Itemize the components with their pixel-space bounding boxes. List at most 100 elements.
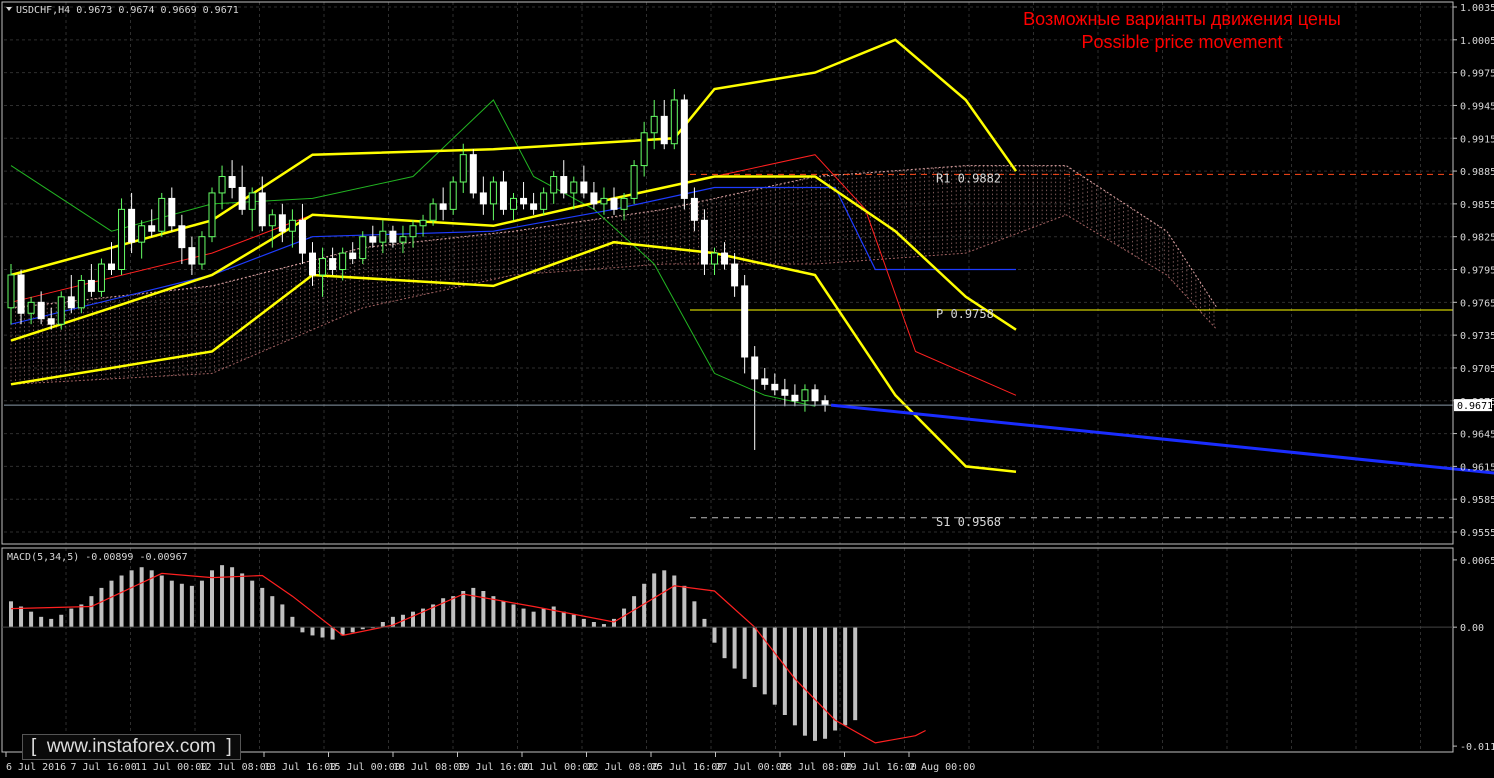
macd-bar xyxy=(109,580,114,628)
y-tick-label: 0.9765 xyxy=(1460,298,1494,309)
macd-bar xyxy=(139,567,144,628)
candle-body xyxy=(600,197,608,205)
macd-bar xyxy=(189,585,194,628)
macd-bar xyxy=(220,565,225,628)
candle-body xyxy=(188,247,196,265)
instaforex-watermark[interactable]: [ www.instaforex.com ] xyxy=(22,734,241,760)
macd-bar xyxy=(471,587,476,628)
macd-bar xyxy=(451,596,456,628)
candle-body xyxy=(499,181,507,210)
macd-y-tick-label: -0.01151 xyxy=(1460,742,1494,753)
candle-body xyxy=(138,225,146,243)
y-tick-label: 0.9705 xyxy=(1460,364,1494,375)
macd-bar xyxy=(541,608,546,628)
x-tick-label: 28 Jul 08:00 xyxy=(780,762,852,773)
macd-bar xyxy=(169,580,174,628)
candle-body xyxy=(711,252,718,265)
x-tick-label: 15 Jul 00:00 xyxy=(329,762,401,773)
candle-body xyxy=(108,263,115,270)
candle-body xyxy=(781,389,789,396)
macd-bar xyxy=(310,627,315,636)
macd-bar xyxy=(642,583,647,628)
candle-body xyxy=(148,225,156,232)
candle-body xyxy=(17,274,25,314)
candle-body xyxy=(640,132,648,167)
candle-body xyxy=(97,263,105,292)
candle-body xyxy=(550,176,558,194)
candle-body xyxy=(580,181,588,194)
macd-bar xyxy=(813,627,817,741)
candle-body xyxy=(409,225,417,238)
candle-body xyxy=(27,301,35,314)
usdchf-chart[interactable]: R1 0.9882 P 0.9758 S1 0.9568 1.0035 1.0005 0… xyxy=(0,0,1494,778)
candle-body xyxy=(429,203,437,221)
macd-bar xyxy=(702,618,707,628)
candle-body xyxy=(198,236,206,265)
candle-body xyxy=(771,383,779,391)
macd-bar xyxy=(270,596,275,628)
y-tick-label: 0.9885 xyxy=(1460,167,1494,178)
candle-body xyxy=(268,214,276,227)
macd-bar xyxy=(210,570,214,628)
macd-bar xyxy=(79,604,84,628)
candle-body xyxy=(339,252,347,270)
candle-body xyxy=(811,389,819,402)
macd-bar xyxy=(591,622,596,628)
y-tick-label: 0.9795 xyxy=(1460,266,1494,277)
candle-body xyxy=(168,197,176,227)
macd-bar xyxy=(350,627,355,633)
pivot-label: S1 0.9568 xyxy=(936,515,1001,529)
macd-bar xyxy=(69,608,74,628)
macd-bar xyxy=(260,587,265,628)
macd-bar xyxy=(39,616,44,628)
candle-body xyxy=(248,192,256,210)
candle-body xyxy=(489,181,497,205)
candle-body xyxy=(510,197,517,210)
candle-body xyxy=(278,214,286,232)
macd-bar xyxy=(833,627,838,731)
candle-body xyxy=(379,230,387,243)
candle-body xyxy=(309,252,316,276)
y-tick-label: 0.9585 xyxy=(1460,495,1494,506)
candle-body xyxy=(751,356,759,380)
macd-bar xyxy=(732,627,737,669)
macd-bar xyxy=(511,604,516,628)
x-tick-label: 2 Aug 00:00 xyxy=(909,762,975,773)
candle-body xyxy=(449,181,457,210)
candle-body xyxy=(801,389,809,402)
symbol-info: USDCHF,H4 0.9673 0.9674 0.9669 0.9671 xyxy=(16,5,239,16)
candle-body xyxy=(128,208,136,243)
x-tick-label: 29 Jul 16:00 xyxy=(845,762,917,773)
candle-body xyxy=(731,263,739,287)
x-tick-label: 27 Jul 00:00 xyxy=(716,762,788,773)
macd-bar xyxy=(672,575,677,628)
candle-body xyxy=(298,219,306,254)
y-tick-label: 0.9735 xyxy=(1460,331,1494,342)
candle-body xyxy=(37,301,45,320)
candle-body xyxy=(530,203,538,210)
macd-y-tick-label: 0.00651 xyxy=(1460,556,1494,567)
candle-body xyxy=(741,285,749,358)
candle-body xyxy=(228,176,236,188)
x-tick-label: 25 Jul 16:00 xyxy=(651,762,723,773)
candle-body xyxy=(660,115,668,145)
macd-bar xyxy=(632,596,637,628)
x-tick-label: 19 Jul 16:00 xyxy=(458,762,530,773)
macd-bar xyxy=(622,608,627,628)
candle-body xyxy=(7,274,15,309)
candle-body xyxy=(319,258,327,276)
candle-body xyxy=(349,252,357,260)
macd-y-tick-label: 0.00 xyxy=(1460,623,1484,634)
candle-body xyxy=(67,296,75,309)
macd-bar xyxy=(571,614,576,628)
candle-body xyxy=(47,318,55,325)
macd-bar xyxy=(9,601,13,628)
macd-bar xyxy=(802,627,807,736)
macd-bar xyxy=(853,627,858,721)
macd-bar xyxy=(481,591,486,628)
candle-body xyxy=(690,197,698,221)
candle-body xyxy=(469,154,477,194)
chart-background xyxy=(0,0,1494,778)
y-tick-label: 1.0005 xyxy=(1460,36,1494,47)
macd-bar xyxy=(682,585,687,628)
